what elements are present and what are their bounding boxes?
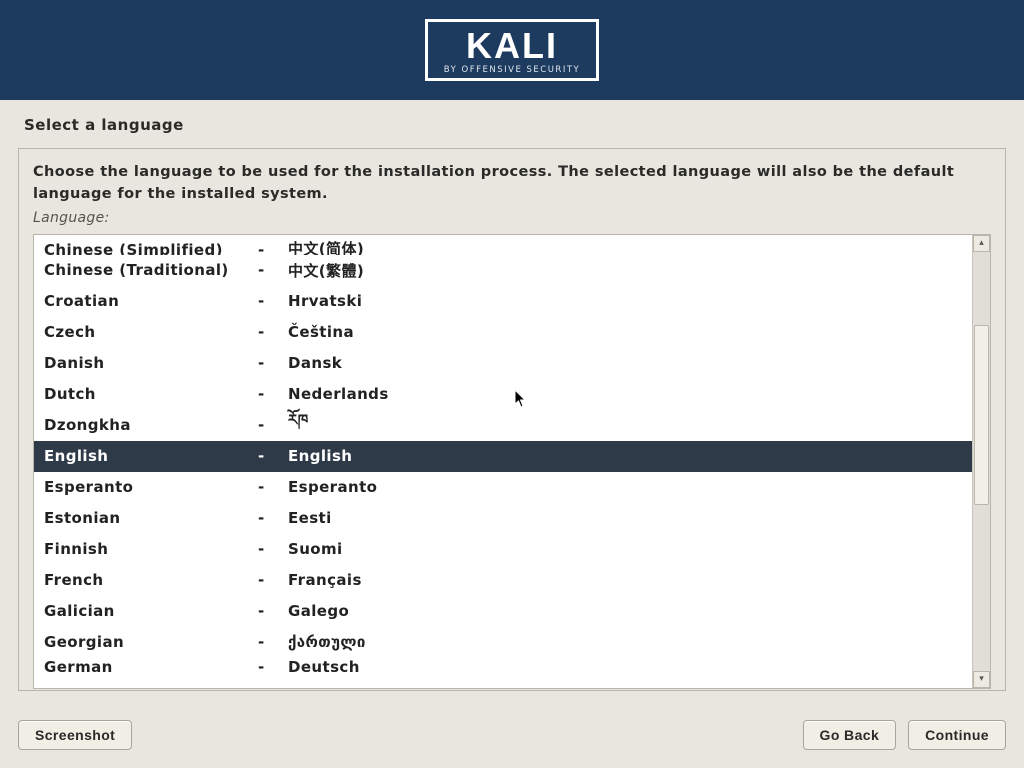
dash-separator: - bbox=[258, 602, 288, 620]
language-name: Dzongkha bbox=[44, 416, 258, 434]
language-name: Chinese (Traditional) bbox=[44, 261, 258, 279]
language-native: Esperanto bbox=[288, 478, 377, 496]
dash-separator: - bbox=[258, 540, 288, 558]
language-row[interactable]: Chinese (Traditional)-中文(繁體) bbox=[34, 255, 972, 286]
dash-separator: - bbox=[258, 571, 288, 589]
language-name: French bbox=[44, 571, 258, 589]
language-native: Deutsch bbox=[288, 658, 360, 676]
language-name: Chinese (Simplified) bbox=[44, 241, 258, 255]
chevron-up-icon: ▴ bbox=[979, 238, 984, 248]
language-native: 中文(简体) bbox=[288, 238, 364, 255]
language-native: Suomi bbox=[288, 540, 343, 558]
dash-separator: - bbox=[258, 416, 288, 434]
dash-separator: - bbox=[258, 633, 288, 651]
dash-separator: - bbox=[258, 478, 288, 496]
language-native: English bbox=[288, 447, 352, 465]
language-row[interactable]: French-Français bbox=[34, 565, 972, 596]
dash-separator: - bbox=[258, 241, 288, 255]
language-row[interactable]: Dutch-Nederlands bbox=[34, 379, 972, 410]
header-banner: KALI BY OFFENSIVE SECURITY bbox=[0, 0, 1024, 100]
language-list[interactable]: Chinese (Simplified)-中文(简体)Chinese (Trad… bbox=[34, 235, 972, 688]
language-row[interactable]: Danish-Dansk bbox=[34, 348, 972, 379]
language-row[interactable]: English-English bbox=[34, 441, 972, 472]
language-name: Croatian bbox=[44, 292, 258, 310]
language-native: 中文(繁體) bbox=[288, 260, 364, 281]
language-row[interactable]: Czech-Čeština bbox=[34, 317, 972, 348]
language-list-container: Chinese (Simplified)-中文(简体)Chinese (Trad… bbox=[33, 234, 991, 689]
language-name: English bbox=[44, 447, 258, 465]
language-name: Czech bbox=[44, 323, 258, 341]
main-panel: Choose the language to be used for the i… bbox=[18, 148, 1006, 691]
dash-separator: - bbox=[258, 261, 288, 279]
screenshot-button[interactable]: Screenshot bbox=[18, 720, 132, 750]
language-native: Français bbox=[288, 571, 362, 589]
language-name: Danish bbox=[44, 354, 258, 372]
continue-button[interactable]: Continue bbox=[908, 720, 1006, 750]
dash-separator: - bbox=[258, 385, 288, 403]
language-native: ქართული bbox=[288, 633, 366, 651]
dash-separator: - bbox=[258, 658, 288, 676]
language-native: Hrvatski bbox=[288, 292, 362, 310]
footer-bar: Screenshot Go Back Continue bbox=[18, 720, 1006, 750]
language-native: Nederlands bbox=[288, 385, 389, 403]
language-row[interactable]: Dzongkha-རོཁ bbox=[34, 410, 972, 441]
scroll-down-button[interactable]: ▾ bbox=[973, 671, 990, 688]
language-row[interactable]: Esperanto-Esperanto bbox=[34, 472, 972, 503]
go-back-button[interactable]: Go Back bbox=[803, 720, 897, 750]
language-native: Eesti bbox=[288, 509, 332, 527]
chevron-down-icon: ▾ bbox=[979, 674, 984, 684]
kali-logo: KALI BY OFFENSIVE SECURITY bbox=[425, 19, 599, 82]
language-name: Dutch bbox=[44, 385, 258, 403]
language-name: Galician bbox=[44, 602, 258, 620]
language-native: Galego bbox=[288, 602, 349, 620]
language-name: German bbox=[44, 658, 258, 676]
logo-subtitle: BY OFFENSIVE SECURITY bbox=[444, 66, 580, 75]
language-row[interactable]: German-Deutsch bbox=[34, 658, 972, 680]
language-row[interactable]: Chinese (Simplified)-中文(简体) bbox=[34, 235, 972, 255]
field-label-language: Language: bbox=[33, 210, 991, 226]
instruction-text: Choose the language to be used for the i… bbox=[33, 161, 991, 206]
language-name: Estonian bbox=[44, 509, 258, 527]
page-title: Select a language bbox=[0, 100, 1024, 148]
language-row[interactable]: Estonian-Eesti bbox=[34, 503, 972, 534]
scroll-thumb[interactable] bbox=[974, 325, 989, 505]
nav-button-group: Go Back Continue bbox=[803, 720, 1006, 750]
scroll-up-button[interactable]: ▴ bbox=[973, 235, 990, 252]
language-row[interactable]: Galician-Galego bbox=[34, 596, 972, 627]
language-row[interactable]: Finnish-Suomi bbox=[34, 534, 972, 565]
language-native: རོཁ bbox=[288, 404, 309, 446]
language-name: Esperanto bbox=[44, 478, 258, 496]
language-native: Čeština bbox=[288, 323, 354, 341]
dash-separator: - bbox=[258, 292, 288, 310]
dash-separator: - bbox=[258, 509, 288, 527]
dash-separator: - bbox=[258, 323, 288, 341]
language-row[interactable]: Croatian-Hrvatski bbox=[34, 286, 972, 317]
language-row[interactable]: Georgian-ქართული bbox=[34, 627, 972, 658]
dash-separator: - bbox=[258, 354, 288, 372]
logo-title: KALI bbox=[444, 28, 580, 64]
scrollbar[interactable]: ▴ ▾ bbox=[972, 235, 990, 688]
dash-separator: - bbox=[258, 447, 288, 465]
language-native: Dansk bbox=[288, 354, 342, 372]
language-name: Georgian bbox=[44, 633, 258, 651]
language-name: Finnish bbox=[44, 540, 258, 558]
